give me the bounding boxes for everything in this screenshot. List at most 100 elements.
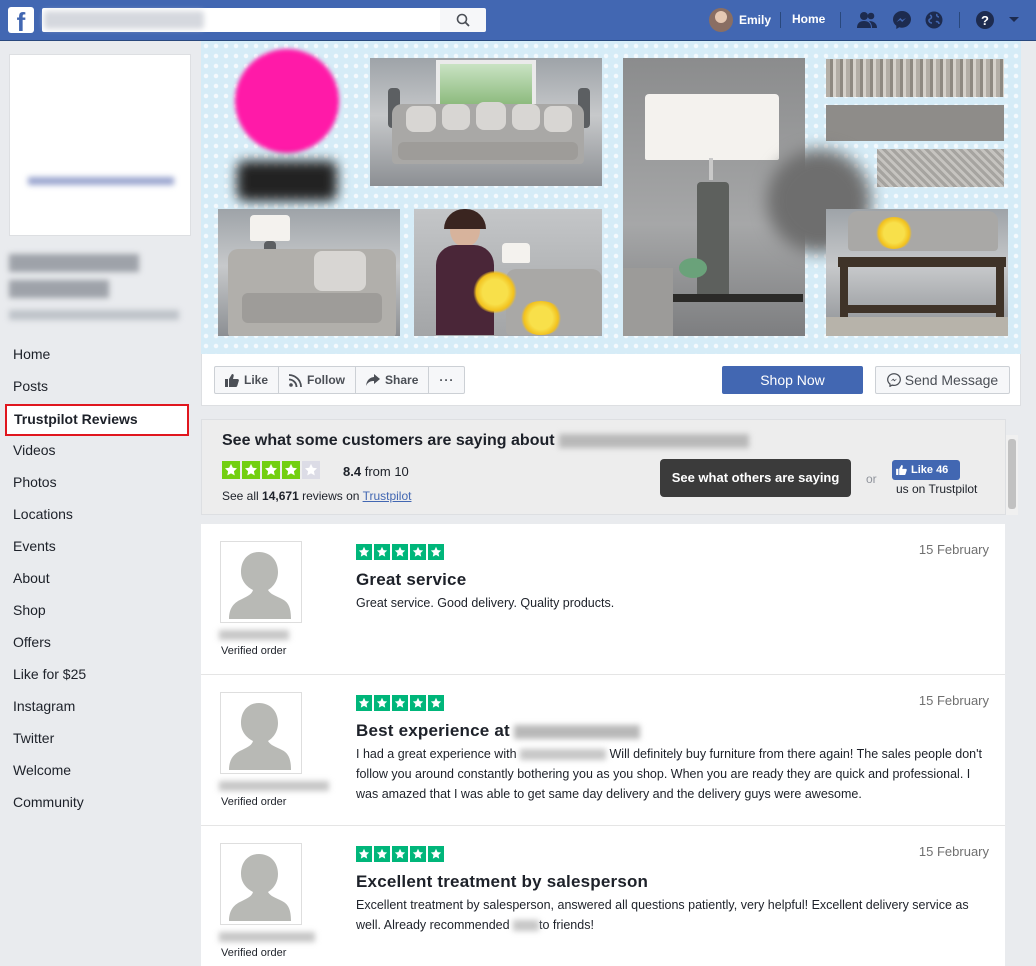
left-nav-item-about[interactable]: About — [5, 564, 189, 596]
review-star-icon — [428, 544, 444, 560]
home-link[interactable]: Home — [792, 12, 825, 26]
review-card: Verified order 15 February Great service… — [201, 524, 1005, 675]
review-star-icon — [356, 846, 372, 862]
rating-star-icon — [302, 461, 320, 479]
cover-photo[interactable] — [201, 41, 1021, 354]
verified-order-label: Verified order — [221, 947, 287, 959]
review-title: Excellent treatment by salesperson — [356, 872, 649, 891]
review-date: 15 February — [918, 693, 989, 708]
review-star-icon — [410, 544, 426, 560]
left-nav-item-trustpilot-reviews[interactable]: Trustpilot Reviews — [5, 404, 189, 436]
more-options-button[interactable]: ··· — [429, 367, 464, 393]
sale-logo-redacted — [235, 49, 339, 153]
rating-star-icon — [262, 461, 280, 479]
sale-text-redacted — [237, 161, 337, 201]
messenger-icon[interactable] — [891, 9, 913, 31]
trustpilot-rating-stars — [222, 461, 322, 479]
review-star-icon — [428, 695, 444, 711]
svg-text:?: ? — [981, 13, 989, 28]
cover-image-woman — [414, 209, 602, 336]
review-body: Excellent treatment by salesperson, answ… — [356, 898, 969, 932]
notifications-globe-icon[interactable] — [923, 9, 945, 31]
left-nav-item-shop[interactable]: Shop — [5, 596, 189, 628]
left-nav-item-offers[interactable]: Offers — [5, 628, 189, 660]
left-nav-item-instagram[interactable]: Instagram — [5, 692, 189, 724]
review-card: Verified order 15 February Excellent tre… — [201, 826, 1005, 966]
facebook-logo-icon[interactable]: f — [8, 7, 34, 33]
reviewer-avatar — [220, 541, 302, 623]
search-button[interactable] — [440, 8, 486, 32]
divider — [959, 12, 960, 28]
company-name-redacted — [513, 724, 640, 739]
send-message-label: Send Message — [904, 372, 999, 388]
reviewer-avatar — [220, 692, 302, 774]
left-nav-item-videos[interactable]: Videos — [5, 436, 189, 468]
verified-order-label: Verified order — [221, 645, 287, 657]
cover-image-chair — [218, 209, 400, 336]
review-card: Verified order 15 February Best experien… — [201, 675, 1005, 826]
see-others-button[interactable]: See what others are saying — [660, 459, 851, 497]
left-nav-item-like-for-25[interactable]: Like for $25 — [5, 660, 189, 692]
search-input[interactable] — [42, 8, 440, 32]
left-nav-item-photos[interactable]: Photos — [5, 468, 189, 500]
left-nav-item-welcome[interactable]: Welcome — [5, 756, 189, 788]
trustpilot-review-count: See all 14,671 reviews on Trustpilot — [222, 489, 412, 503]
rating-star-icon — [242, 461, 260, 479]
trustpilot-link[interactable]: Trustpilot — [363, 489, 412, 503]
share-button[interactable]: Share — [356, 367, 430, 393]
follow-button[interactable]: Follow — [279, 367, 357, 393]
friend-requests-icon[interactable] — [856, 9, 878, 31]
company-name-redacted — [513, 920, 540, 932]
send-message-button[interactable]: Send Message — [875, 366, 1010, 394]
company-name-redacted — [558, 433, 749, 448]
rating-star-icon — [222, 461, 240, 479]
follow-label: Follow — [307, 373, 346, 387]
share-label: Share — [385, 373, 419, 387]
review-star-icon — [374, 544, 390, 560]
rating-star-icon — [282, 461, 300, 479]
review-title: Great service — [356, 570, 467, 589]
account-menu-icon[interactable] — [1007, 9, 1021, 31]
fabric-swatch — [877, 149, 1004, 187]
page-left-nav: Home Posts Trustpilot Reviews Videos Photos L… — [5, 340, 189, 820]
review-date: 15 February — [918, 542, 989, 557]
page-logo-redacted — [10, 91, 192, 191]
search-icon — [456, 13, 470, 27]
reviewer-name-redacted — [219, 932, 315, 942]
reviews-list: Verified order 15 February Great service… — [201, 524, 1005, 966]
thumbs-up-icon — [896, 465, 907, 475]
avatar — [709, 8, 733, 32]
trustpilot-like-caption: us on Trustpilot — [896, 482, 978, 496]
fabric-swatch — [826, 59, 1004, 97]
left-nav-item-home[interactable]: Home — [5, 340, 189, 372]
trustpilot-like-button[interactable]: Like 46 — [892, 460, 960, 480]
review-star-icon — [356, 695, 372, 711]
fabric-swatch — [826, 105, 1004, 141]
review-stars — [356, 544, 446, 560]
shop-now-button[interactable]: Shop Now — [722, 366, 863, 394]
review-star-icon — [392, 544, 408, 560]
profile-link[interactable]: Emily — [709, 8, 771, 32]
reviewer-name-redacted — [219, 781, 329, 791]
or-label: or — [866, 472, 877, 486]
default-avatar-icon — [221, 693, 301, 773]
review-star-icon — [410, 695, 426, 711]
review-body: Great service. Good delivery. Quality pr… — [356, 596, 615, 610]
left-nav-item-events[interactable]: Events — [5, 532, 189, 564]
default-avatar-icon — [221, 542, 301, 622]
verified-order-label: Verified order — [221, 796, 287, 808]
left-nav-item-twitter[interactable]: Twitter — [5, 724, 189, 756]
left-nav-item-locations[interactable]: Locations — [5, 500, 189, 532]
help-icon[interactable]: ? — [974, 9, 996, 31]
reviews-scrollbar[interactable] — [1006, 435, 1018, 515]
reviewer-name-redacted — [219, 630, 289, 640]
like-button[interactable]: Like — [215, 367, 280, 393]
trustpilot-summary-banner: See what some customers are saying about… — [201, 419, 1006, 515]
page-profile-picture[interactable] — [9, 54, 191, 236]
review-star-icon — [428, 846, 444, 862]
thumbs-up-icon — [225, 373, 239, 387]
left-nav-item-community[interactable]: Community — [5, 788, 189, 820]
user-name: Emily — [739, 13, 772, 27]
left-nav-item-posts[interactable]: Posts — [5, 372, 189, 404]
like-label: Like — [244, 373, 269, 387]
